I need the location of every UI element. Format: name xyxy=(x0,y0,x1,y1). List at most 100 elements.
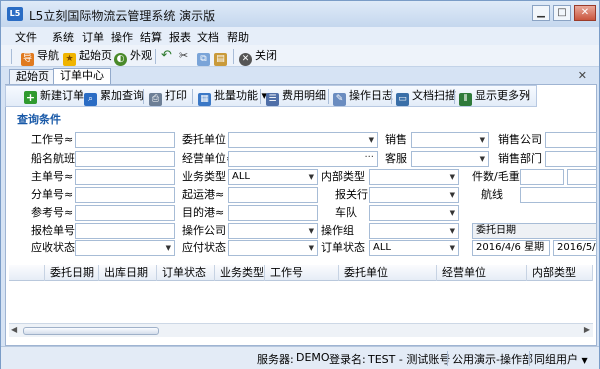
date-to-picker[interactable]: 2016/5/ xyxy=(553,240,597,256)
col-header-client[interactable]: 委托单位 xyxy=(339,265,437,281)
print-button[interactable]: ⎙ 打印 xyxy=(149,88,187,106)
paste-icon[interactable]: ▤ xyxy=(214,48,230,66)
order-status-select[interactable]: ALL xyxy=(369,240,459,256)
close-button[interactable]: ✕ 关闭 xyxy=(239,48,277,66)
columns-icon: ⫴ xyxy=(459,93,472,106)
doc-scan-button[interactable]: ▭ 文档扫描 xyxy=(396,88,456,106)
pieces-weight-label: 件数/毛重 xyxy=(472,170,520,183)
horizontal-scrollbar[interactable]: ◀ ▶ xyxy=(9,323,593,337)
sales-company-select[interactable] xyxy=(545,132,597,148)
master-no-input[interactable] xyxy=(75,169,175,185)
fee-detail-button[interactable]: ☰ 费用明细 xyxy=(266,88,326,106)
close-window-button[interactable]: ✕ xyxy=(574,5,596,21)
status-separator xyxy=(447,351,448,366)
menu-file[interactable]: 文件 xyxy=(15,29,37,45)
col-header-operator-unit[interactable]: 经营单位 xyxy=(437,265,527,281)
route-input[interactable] xyxy=(520,187,597,203)
close-tab-icon[interactable]: ✕ xyxy=(578,69,587,82)
nav-button[interactable]: 导导航 xyxy=(21,48,59,66)
col-header-work-no[interactable]: 工作号 xyxy=(265,265,339,281)
col-header-internal-type[interactable]: 内部类型 xyxy=(527,265,593,281)
dept-value: 公用演示-操作部 xyxy=(452,353,533,366)
scroll-thumb[interactable] xyxy=(23,327,159,335)
start-page-button[interactable]: ★ 起始页 xyxy=(63,48,112,66)
client-select[interactable] xyxy=(228,132,378,148)
weight-input[interactable] xyxy=(567,169,597,185)
origin-port-label: 起运港≈ xyxy=(182,188,225,201)
palette-icon: ◐ xyxy=(114,53,127,66)
operator-unit-input[interactable] xyxy=(228,151,378,167)
sales-select[interactable] xyxy=(411,132,489,148)
tab-start-page[interactable]: 起始页 xyxy=(9,69,56,84)
internal-type-select[interactable] xyxy=(369,169,459,185)
customs-no-input[interactable] xyxy=(75,223,175,239)
add-query-button[interactable]: ⌕ 累加查询 xyxy=(84,88,144,106)
menu-reports[interactable]: 报表 xyxy=(169,29,191,45)
col-header-order-status[interactable]: 订单状态 xyxy=(157,265,215,281)
toolbar-separator xyxy=(143,89,144,104)
tab-order-center[interactable]: 订单中心 xyxy=(53,68,111,84)
group-users-label: 同组用户 xyxy=(534,353,578,366)
toolbar-separator xyxy=(391,89,392,104)
show-more-cols-label: 显示更多列 xyxy=(475,89,530,102)
menu-settlement[interactable]: 结算 xyxy=(140,29,162,45)
server-label: 服务器: xyxy=(257,353,294,366)
log-icon: ✎ xyxy=(333,93,346,106)
date-type-select[interactable]: 委托日期 xyxy=(472,223,597,239)
batch-button[interactable]: ▦ 批量功能 ▾ xyxy=(198,88,267,106)
dest-port-input[interactable] xyxy=(228,205,318,221)
print-label: 打印 xyxy=(165,89,187,102)
route-label: 航线 xyxy=(481,188,503,201)
declare-bank-select[interactable] xyxy=(369,187,459,203)
show-more-cols-button[interactable]: ⫴ 显示更多列 xyxy=(459,88,530,106)
menu-help[interactable]: 帮助 xyxy=(227,29,249,45)
scroll-left-icon[interactable]: ◀ xyxy=(11,325,17,334)
date-from-picker[interactable]: 2016/4/6 星期 xyxy=(472,240,550,256)
ar-status-label: 应收状态 xyxy=(31,241,75,254)
internal-type-label: 内部类型 xyxy=(321,170,365,183)
scroll-right-icon[interactable]: ▶ xyxy=(584,325,590,334)
appearance-button[interactable]: ◐ 外观 xyxy=(114,48,152,66)
sub-no-input[interactable] xyxy=(75,187,175,203)
undo-icon[interactable]: ↶ xyxy=(161,48,172,64)
status-bar: 服务器: DEMO 登录名: TEST - 测试账号 公用演示-操作部 同组用户… xyxy=(1,346,599,369)
menu-documents[interactable]: 文档 xyxy=(197,29,219,45)
pieces-input[interactable] xyxy=(520,169,564,185)
minimize-button[interactable]: ▁ xyxy=(532,5,550,21)
origin-port-input[interactable] xyxy=(228,187,318,203)
ap-status-label: 应付状态 xyxy=(182,241,226,254)
orders-grid-body[interactable] xyxy=(9,281,593,323)
work-no-input[interactable] xyxy=(75,132,175,148)
ship-voyage-input[interactable] xyxy=(75,151,175,167)
fleet-select[interactable] xyxy=(369,205,459,221)
biz-type-select[interactable]: ALL xyxy=(228,169,318,185)
sales-dept-label: 销售部门 xyxy=(498,152,542,165)
op-company-select[interactable] xyxy=(228,223,318,239)
op-log-button[interactable]: ✎ 操作日志 xyxy=(333,88,393,106)
sub-no-label: 分单号≈ xyxy=(31,188,74,201)
query-icon: ⌕ xyxy=(84,93,97,106)
col-header-outbound-date[interactable]: 出库日期 xyxy=(99,265,157,281)
group-users-dropdown[interactable]: 同组用户 ▼ xyxy=(534,351,588,367)
toolbar-overflow-icon[interactable]: ▾ xyxy=(525,88,529,104)
new-order-button[interactable]: + 新建订单 xyxy=(24,88,84,104)
menu-system[interactable]: 系统 xyxy=(52,29,74,45)
ar-status-select[interactable] xyxy=(75,240,175,256)
ref-no-input[interactable] xyxy=(75,205,175,221)
menu-order[interactable]: 订单 xyxy=(82,29,104,45)
col-header-client-date[interactable]: 委托日期 xyxy=(45,265,99,281)
sales-dept-select[interactable] xyxy=(545,151,597,167)
ap-status-select[interactable] xyxy=(228,240,318,256)
copy-icon[interactable]: ⧉ xyxy=(197,48,213,66)
nav-label: 导航 xyxy=(37,49,59,62)
login-label: 登录名: xyxy=(329,353,366,366)
menu-operation[interactable]: 操作 xyxy=(111,29,133,45)
main-toolbar: 导导航 ★ 起始页 ◐ 外观 ↶ ✂ ⧉ ▤ ✕ 关闭 xyxy=(1,45,599,67)
fleet-label: 车队 xyxy=(335,206,357,219)
col-header-biz-type[interactable]: 业务类型 xyxy=(215,265,265,281)
customer-service-select[interactable] xyxy=(411,151,489,167)
maximize-button[interactable]: □ xyxy=(553,5,571,21)
cut-icon[interactable]: ✂ xyxy=(179,48,188,64)
window-title: L5立刻国际物流云管理系统 演示版 xyxy=(29,9,216,23)
op-group-select[interactable] xyxy=(369,223,459,239)
